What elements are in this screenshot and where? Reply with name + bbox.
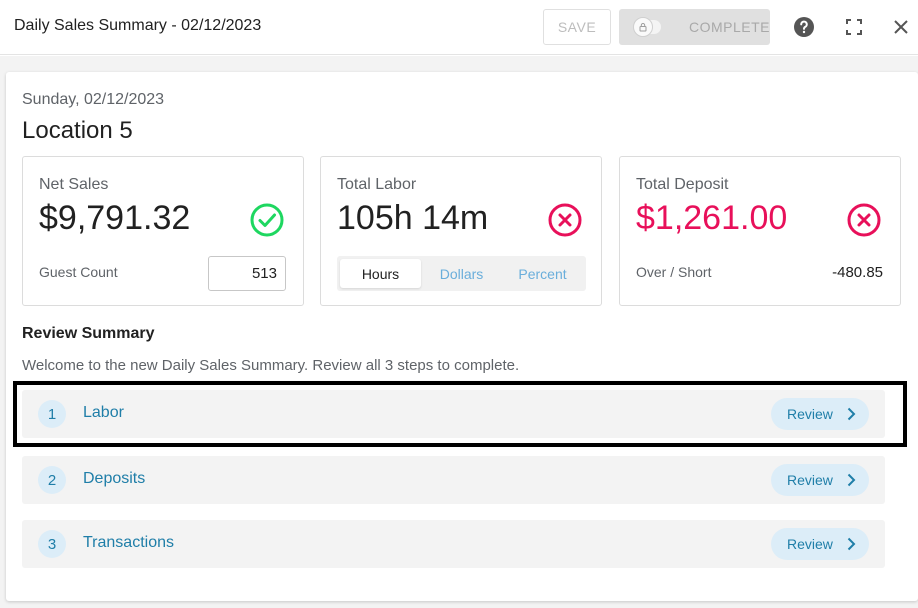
dialog-title: Daily Sales Summary - 02/12/2023 bbox=[14, 17, 262, 34]
step-label: Deposits bbox=[83, 470, 146, 487]
guest-count-label: Guest Count bbox=[39, 264, 118, 280]
save-button[interactable]: SAVE bbox=[543, 9, 611, 45]
net-sales-label: Net Sales bbox=[39, 176, 109, 193]
total-labor-label: Total Labor bbox=[337, 176, 417, 193]
complete-toggle-button[interactable]: COMPLETE bbox=[619, 9, 770, 45]
review-summary-heading: Review Summary bbox=[22, 325, 155, 342]
page-background: Sunday, 02/12/2023 Location 5 Net Sales … bbox=[0, 56, 918, 608]
chevron-right-icon bbox=[847, 537, 856, 551]
lock-icon bbox=[633, 17, 653, 37]
location-title: Location 5 bbox=[22, 117, 133, 144]
review-button-label: Review bbox=[787, 536, 833, 552]
labor-unit-percent[interactable]: Percent bbox=[502, 259, 583, 288]
total-deposit-card: Total Deposit $1,261.00 Over / Short -48… bbox=[619, 156, 901, 306]
net-sales-card: Net Sales $9,791.32 Guest Count 513 bbox=[22, 156, 304, 306]
error-circle-icon bbox=[847, 203, 881, 237]
step-deposits[interactable]: 2 Deposits Review bbox=[22, 456, 885, 504]
review-transactions-button[interactable]: Review bbox=[771, 528, 869, 560]
summary-card: Sunday, 02/12/2023 Location 5 Net Sales … bbox=[6, 72, 918, 601]
review-button-label: Review bbox=[787, 472, 833, 488]
labor-unit-dollars[interactable]: Dollars bbox=[421, 259, 502, 288]
total-deposit-value: $1,261.00 bbox=[636, 199, 788, 237]
help-icon[interactable] bbox=[791, 14, 817, 40]
complete-toggle[interactable] bbox=[633, 17, 661, 37]
summary-date: Sunday, 02/12/2023 bbox=[22, 91, 165, 108]
step-number: 2 bbox=[38, 466, 66, 494]
step-number: 3 bbox=[38, 530, 66, 558]
total-labor-value: 105h 14m bbox=[337, 199, 489, 237]
net-sales-value: $9,791.32 bbox=[39, 199, 191, 237]
chevron-right-icon bbox=[847, 473, 856, 487]
total-deposit-label: Total Deposit bbox=[636, 176, 729, 193]
guest-count-input[interactable]: 513 bbox=[208, 256, 286, 291]
review-summary-description: Welcome to the new Daily Sales Summary. … bbox=[22, 357, 520, 374]
review-deposits-button[interactable]: Review bbox=[771, 464, 869, 496]
over-short-value: -480.85 bbox=[832, 264, 883, 281]
step-transactions[interactable]: 3 Transactions Review bbox=[22, 520, 885, 568]
total-labor-card: Total Labor 105h 14m Hours Dollars Perce… bbox=[320, 156, 602, 306]
fullscreen-icon[interactable] bbox=[841, 14, 867, 40]
step-label: Transactions bbox=[83, 534, 174, 551]
labor-unit-toggle: Hours Dollars Percent bbox=[337, 256, 586, 291]
close-icon[interactable] bbox=[888, 14, 914, 40]
dialog-header: Daily Sales Summary - 02/12/2023 SAVE CO… bbox=[0, 0, 918, 55]
complete-label: COMPLETE bbox=[688, 19, 770, 35]
error-circle-icon bbox=[548, 203, 582, 237]
check-circle-icon bbox=[250, 203, 284, 237]
labor-unit-hours[interactable]: Hours bbox=[340, 259, 421, 288]
over-short-label: Over / Short bbox=[636, 264, 712, 280]
focus-highlight-box bbox=[13, 381, 907, 447]
